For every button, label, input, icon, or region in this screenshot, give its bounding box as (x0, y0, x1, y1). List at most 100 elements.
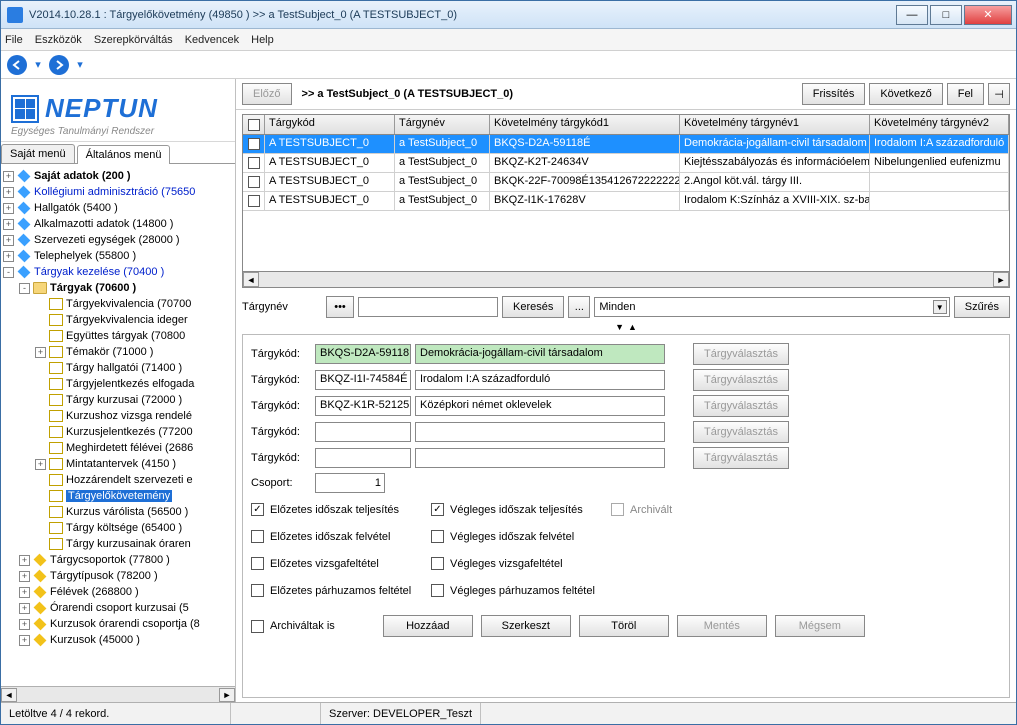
tree-node[interactable]: Tárgy kurzusainak óraren (1, 536, 235, 552)
delete-button[interactable]: Töröl (579, 615, 669, 637)
refresh-button[interactable]: Frissítés (802, 83, 866, 105)
checkbox-option[interactable]: Előzetes vizsgafeltétel (251, 557, 431, 570)
tree-node[interactable]: Tárgyekvivalencia (70700 (1, 296, 235, 312)
grid-scroll-left-icon[interactable]: ◄ (243, 272, 259, 287)
search-input[interactable] (358, 297, 498, 317)
grid-header-reqcode1[interactable]: Követelmény tárgykód1 (490, 115, 680, 134)
tree-node[interactable]: Tárgy kurzusai (72000 ) (1, 392, 235, 408)
archived-check[interactable]: Archiváltak is (251, 620, 335, 633)
select-subject-button[interactable]: Tárgyválasztás (693, 447, 789, 469)
scroll-left-icon[interactable]: ◄ (1, 688, 17, 702)
up-button[interactable]: Fel (947, 83, 984, 105)
edit-button[interactable]: Szerkeszt (481, 615, 571, 637)
grid-header-code[interactable]: Tárgykód (265, 115, 395, 134)
tree-node[interactable]: Tárgy hallgatói (71400 ) (1, 360, 235, 376)
group-input[interactable] (315, 473, 385, 493)
splitter-arrows[interactable]: ▼▲ (236, 322, 1016, 334)
tree-node[interactable]: +Telephelyek (55800 ) (1, 248, 235, 264)
checkbox-option[interactable]: Végleges időszak felvétel (431, 530, 611, 543)
grid-hscroll[interactable]: ◄ ► (243, 271, 1009, 287)
cancel-button[interactable]: Mégsem (775, 615, 865, 637)
expand-icon[interactable]: + (3, 187, 14, 198)
checkbox-option[interactable]: ✓Végleges időszak teljesítés (431, 503, 611, 516)
browse-button[interactable]: ... (568, 296, 590, 318)
tree-node[interactable]: Kurzus várólista (56500 ) (1, 504, 235, 520)
tree-node[interactable]: Tárgyelőkövetemény (1, 488, 235, 504)
tree-node[interactable]: +Hallgatók (5400 ) (1, 200, 235, 216)
tree-node[interactable]: Hozzárendelt szervezeti e (1, 472, 235, 488)
select-subject-button[interactable]: Tárgyválasztás (693, 421, 789, 443)
nav-forward-menu[interactable]: ▾ (75, 60, 85, 70)
tree-node[interactable]: Tárgyjelentkezés elfogada (1, 376, 235, 392)
select-subject-button[interactable]: Tárgyválasztás (693, 395, 789, 417)
detail-name[interactable]: Irodalom I:A századforduló (415, 370, 665, 390)
tree-node[interactable]: +Kurzusok (45000 ) (1, 632, 235, 648)
tree-node[interactable]: Együttes tárgyak (70800 (1, 328, 235, 344)
row-check[interactable] (243, 173, 265, 191)
tree-node[interactable]: Tárgyekvivalencia ideger (1, 312, 235, 328)
expand-icon[interactable]: + (35, 459, 46, 470)
tree-node[interactable]: +Témakör (71000 ) (1, 344, 235, 360)
checkbox-option[interactable]: Végleges párhuzamos feltétel (431, 584, 611, 597)
detail-code[interactable]: BKQZ-I1I-74584É (315, 370, 411, 390)
table-row[interactable]: A TESTSUBJECT_0a TestSubject_0BKQK-22F-7… (243, 173, 1009, 192)
detail-name[interactable]: Demokrácia-jogállam-civil társadalom (415, 344, 665, 364)
nav-back-button[interactable] (7, 55, 27, 75)
row-check[interactable] (243, 192, 265, 210)
prev-button[interactable]: Előző (242, 83, 292, 105)
tree-node[interactable]: -Tárgyak (70600 ) (1, 280, 235, 296)
grid-header-reqname2[interactable]: Követelmény tárgynév2 (870, 115, 1009, 134)
expand-icon[interactable]: + (3, 219, 14, 230)
save-button[interactable]: Mentés (677, 615, 767, 637)
tree-node[interactable]: +Alkalmazotti adatok (14800 ) (1, 216, 235, 232)
search-combo[interactable]: Minden ▼ (594, 297, 949, 317)
row-check[interactable] (243, 135, 265, 153)
tree-node[interactable]: +Órarendi csoport kurzusai (5 (1, 600, 235, 616)
tree-node[interactable]: Kurzusjelentkezés (77200 (1, 424, 235, 440)
tree-node[interactable]: +Szervezeti egységek (28000 ) (1, 232, 235, 248)
detail-name[interactable] (415, 448, 665, 468)
minimize-button[interactable]: ― (896, 5, 928, 25)
grid-scroll-right-icon[interactable]: ► (993, 272, 1009, 287)
collapse-icon[interactable]: - (19, 283, 30, 294)
expand-icon[interactable]: + (3, 235, 14, 246)
nav-back-menu[interactable]: ▾ (33, 60, 43, 70)
detail-code[interactable] (315, 448, 411, 468)
expand-icon[interactable]: + (19, 635, 30, 646)
tree-node[interactable]: -Tárgyak kezelése (70400 ) (1, 264, 235, 280)
tree-node[interactable]: +Kollégiumi adminisztráció (75650 (1, 184, 235, 200)
grid-header-check[interactable] (243, 115, 265, 134)
next-button[interactable]: Következő (869, 83, 942, 105)
expand-icon[interactable]: + (19, 555, 30, 566)
grid-header-name[interactable]: Tárgynév (395, 115, 490, 134)
select-subject-button[interactable]: Tárgyválasztás (693, 343, 789, 365)
expand-icon[interactable]: + (3, 203, 14, 214)
expand-icon[interactable]: + (3, 251, 14, 262)
table-row[interactable]: A TESTSUBJECT_0a TestSubject_0BKQS-D2A-5… (243, 135, 1009, 154)
search-button[interactable]: Keresés (502, 296, 564, 318)
tree-node[interactable]: Meghirdetett félévei (2686 (1, 440, 235, 456)
tree-node[interactable]: +Mintatantervek (4150 ) (1, 456, 235, 472)
tree-node[interactable]: +Saját adatok (200 ) (1, 168, 235, 184)
expand-icon[interactable]: + (19, 571, 30, 582)
table-row[interactable]: A TESTSUBJECT_0a TestSubject_0BKQZ-K2T-2… (243, 154, 1009, 173)
checkbox-option[interactable]: Végleges vizsgafeltétel (431, 557, 611, 570)
tree-node[interactable]: +Tárgycsoportok (77800 ) (1, 552, 235, 568)
tab-general-menu[interactable]: Általános menü (77, 145, 171, 164)
grid-header-reqname1[interactable]: Követelmény tárgynév1 (680, 115, 870, 134)
menu-file[interactable]: File (5, 34, 23, 46)
row-check[interactable] (243, 154, 265, 172)
table-row[interactable]: A TESTSUBJECT_0a TestSubject_0BKQZ-I1K-1… (243, 192, 1009, 211)
menu-tools[interactable]: Eszközök (35, 34, 82, 46)
nav-forward-button[interactable] (49, 55, 69, 75)
select-subject-button[interactable]: Tárgyválasztás (693, 369, 789, 391)
scroll-right-icon[interactable]: ► (219, 688, 235, 702)
detail-code[interactable] (315, 422, 411, 442)
menu-favorites[interactable]: Kedvencek (185, 34, 239, 46)
detail-name[interactable] (415, 422, 665, 442)
tree-node[interactable]: +Tárgytípusok (78200 ) (1, 568, 235, 584)
detail-code[interactable]: BKQS-D2A-59118 (315, 344, 411, 364)
tab-own-menu[interactable]: Saját menü (1, 144, 75, 163)
nav-tree[interactable]: +Saját adatok (200 )+Kollégiumi adminisz… (1, 164, 235, 686)
tree-node[interactable]: Tárgy költsége (65400 ) (1, 520, 235, 536)
